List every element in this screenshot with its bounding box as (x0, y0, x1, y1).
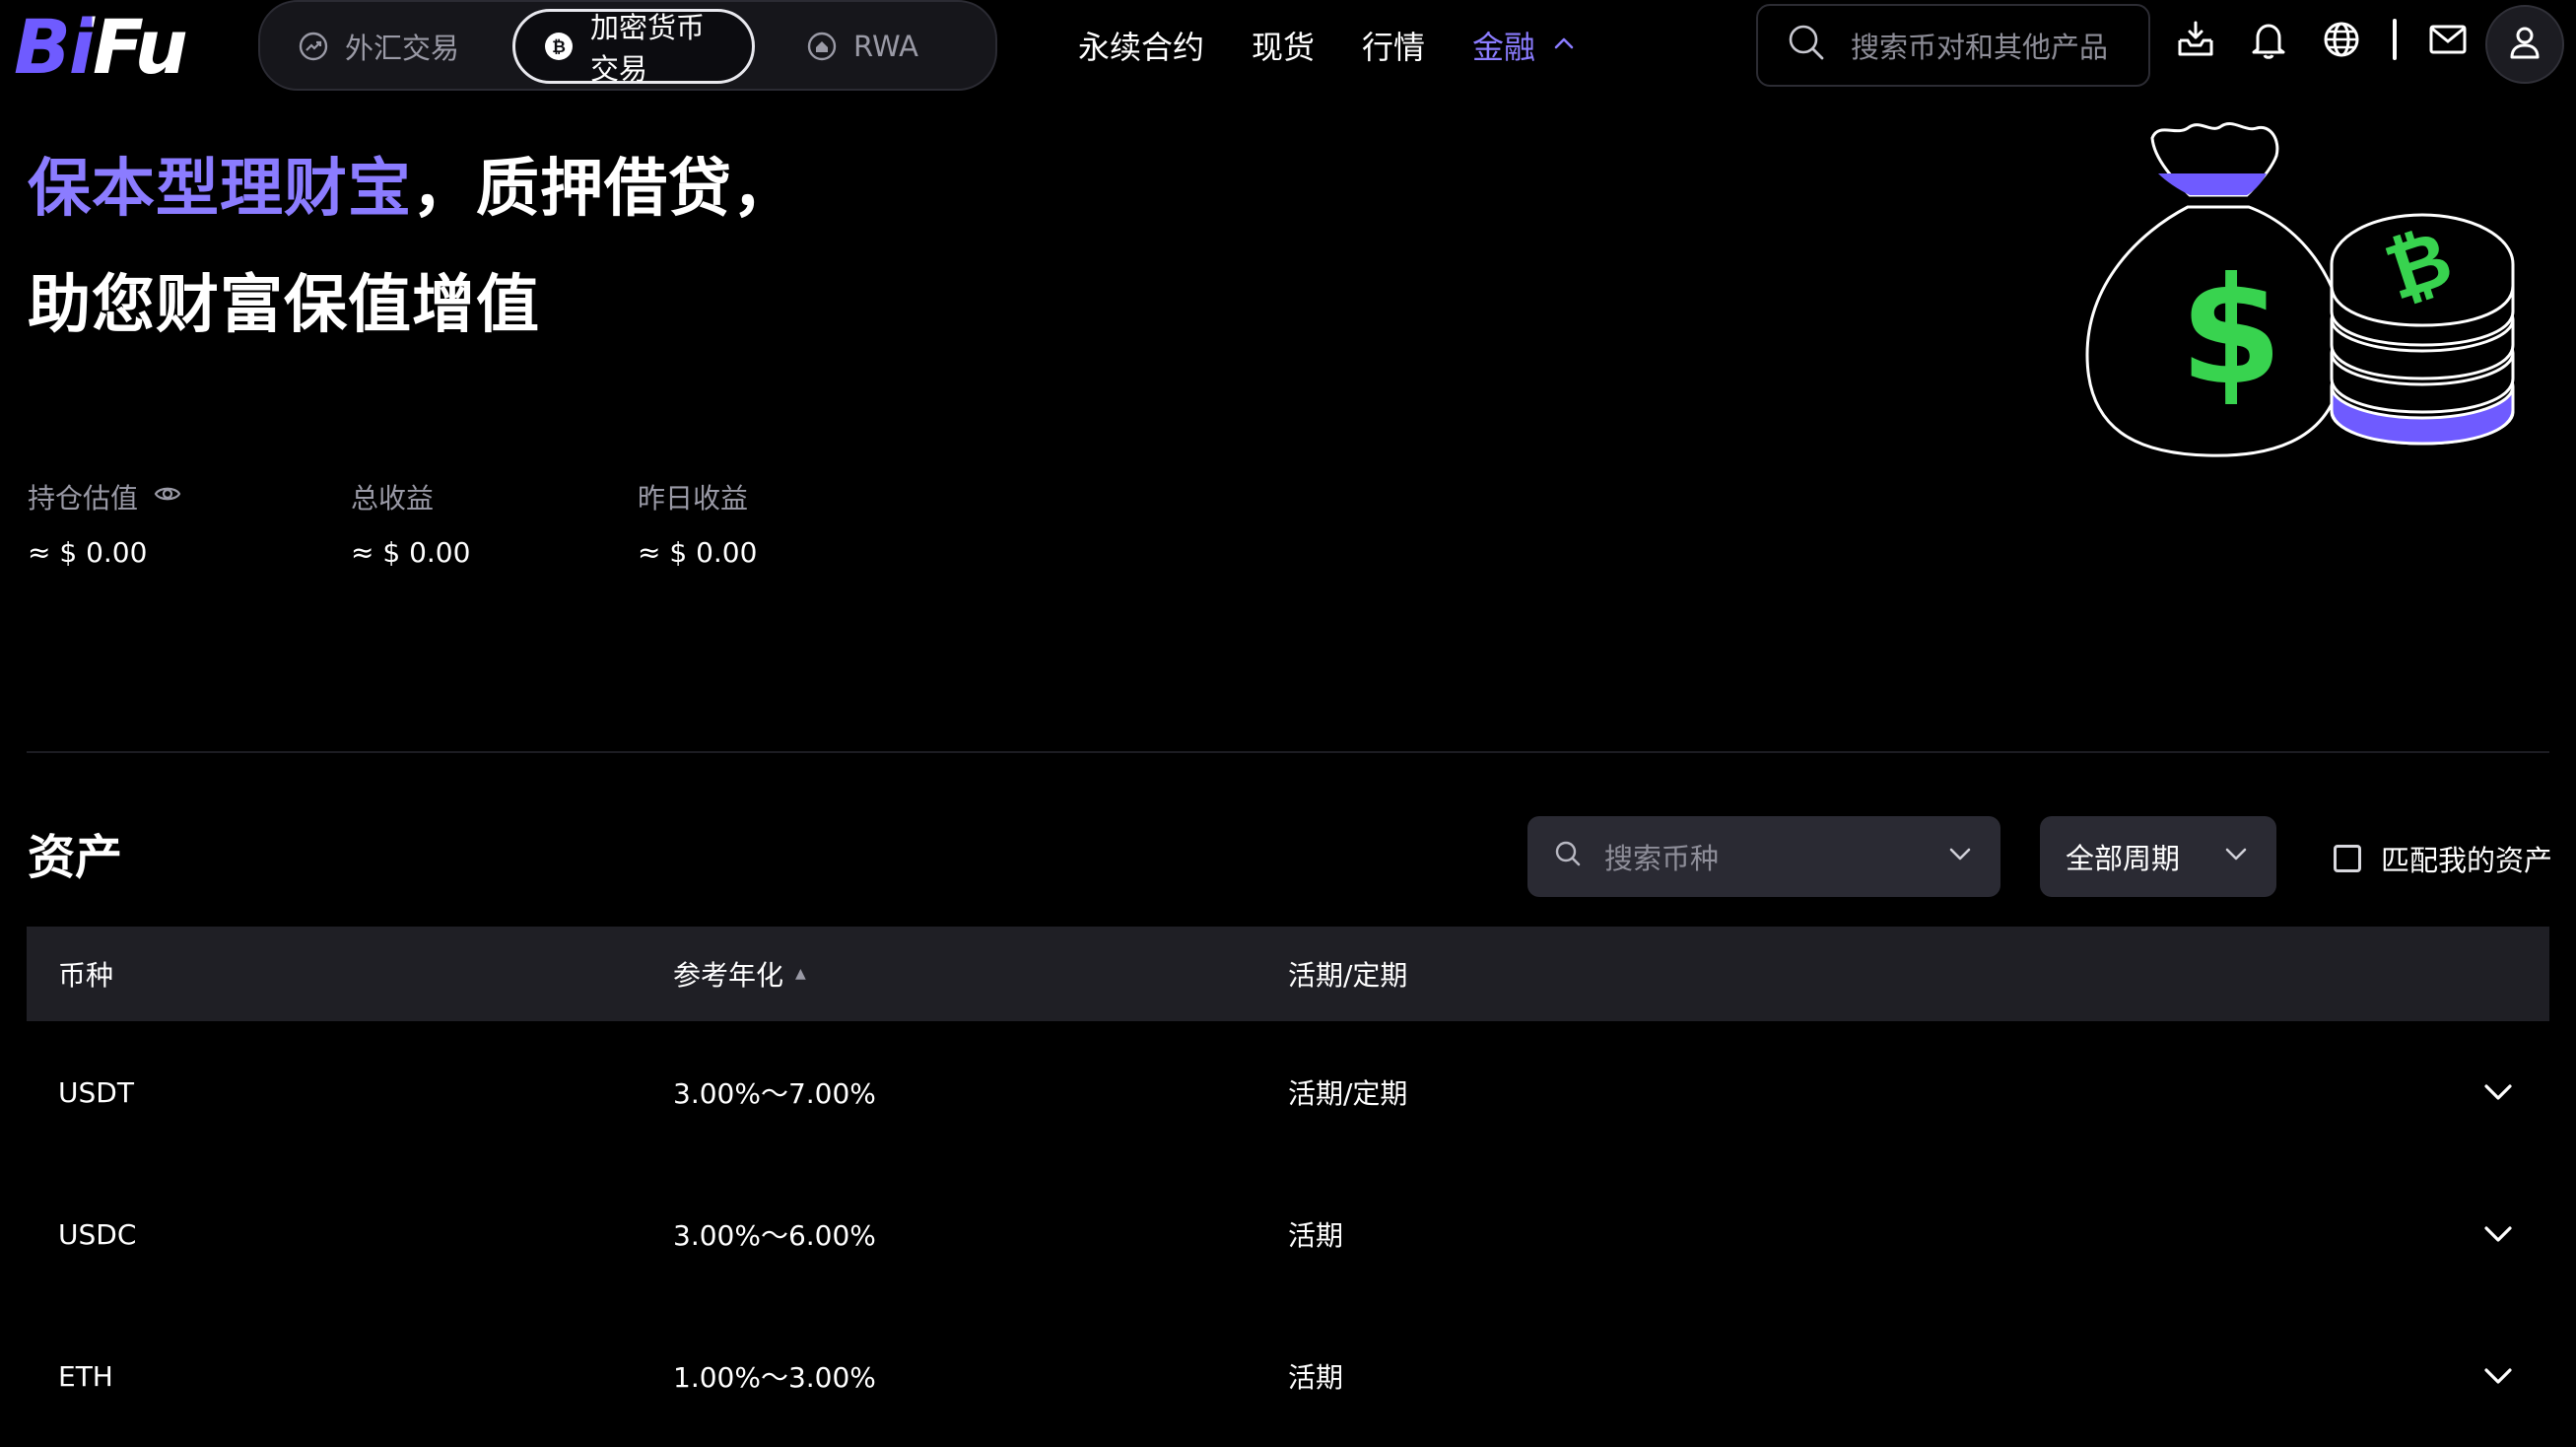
chevron-down-icon[interactable] (2476, 1212, 2520, 1256)
globe-icon[interactable] (2320, 18, 2363, 61)
header-divider (2393, 19, 2397, 60)
row-apr: 3.00%～7.00% (673, 1077, 876, 1110)
bitcoin-icon: ₿ (543, 31, 575, 62)
house-icon (806, 31, 838, 62)
chevron-down-icon (2221, 839, 2251, 875)
row-apr: 1.00%～3.00% (673, 1361, 876, 1394)
bifu-logo[interactable]: BiFu (12, 6, 225, 87)
stat-yesterday-label: 昨日收益 (638, 482, 749, 515)
stat-total-earnings: 总收益 ≈ $ 0.00 (351, 477, 470, 569)
assets-title: 资产 (28, 830, 123, 885)
stat-yesterday-earnings: 昨日收益 ≈ $ 0.00 (638, 477, 757, 569)
header-actions (2174, 18, 2470, 61)
row-coin: ETH (58, 1359, 113, 1393)
segment-rwa-label: RWA (853, 30, 918, 63)
period-select[interactable]: 全部周期 (2040, 816, 2276, 897)
chevron-down-icon[interactable] (2476, 1354, 2520, 1398)
hero-title-rest: ，质押借贷， (412, 153, 796, 226)
download-icon[interactable] (2174, 18, 2217, 61)
row-term: 活期 (1288, 1219, 1344, 1252)
segment-rwa[interactable]: RWA (779, 9, 976, 84)
hero-subtitle: 助您财富保值增值 (28, 269, 540, 342)
nav-markets[interactable]: 行情 (1362, 23, 1425, 68)
nav-spot[interactable]: 现货 (1252, 23, 1315, 68)
money-bag-illustration: $ ₿ (2073, 116, 2531, 471)
nav-finance[interactable]: 金融 (1472, 23, 1577, 68)
table-row[interactable]: USDT 3.00%～7.00% 活期/定期 (27, 1021, 2549, 1163)
period-selected: 全部周期 (2066, 842, 2181, 875)
section-divider (27, 751, 2549, 753)
coin-search-placeholder: 搜索币种 (1604, 842, 1720, 875)
col-apr[interactable]: 参考年化 ▲ (673, 927, 806, 1021)
search-icon (1786, 22, 1827, 70)
match-my-assets-label: 匹配我的资产 (2381, 844, 2553, 877)
row-coin: USDT (58, 1075, 134, 1109)
segment-forex[interactable]: 外汇交易 (270, 9, 489, 84)
nav-perpetual[interactable]: 永续合约 (1078, 23, 1204, 68)
user-avatar-button[interactable] (2485, 5, 2564, 84)
stat-holding-amount: ≈ $ 0.00 (28, 536, 148, 569)
coin-search-select[interactable]: 搜索币种 (1527, 816, 2000, 897)
chevron-down-icon[interactable] (2476, 1070, 2520, 1114)
market-type-switcher: 外汇交易 ₿ 加密货币交易 RWA (258, 0, 997, 91)
segment-crypto-label: 加密货币交易 (590, 11, 706, 86)
checkbox-box[interactable] (2334, 845, 2361, 872)
trend-icon (298, 31, 329, 62)
assets-table-header: 币种 参考年化 ▲ 活期/定期 (27, 927, 2549, 1021)
bell-icon[interactable] (2247, 18, 2290, 61)
hero-title-highlight: 保本型理财宝 (28, 153, 412, 226)
svg-text:$: $ (2180, 246, 2282, 418)
chevron-down-icon (1945, 839, 1975, 875)
stat-holding-value: 持仓估值 ≈ $ 0.00 (28, 477, 181, 569)
hero-title: 保本型理财宝，质押借贷， (28, 138, 796, 229)
col-term: 活期/定期 (1288, 959, 1408, 992)
row-term: 活期/定期 (1288, 1077, 1408, 1110)
mail-icon[interactable] (2426, 18, 2470, 61)
stat-yesterday-amount: ≈ $ 0.00 (638, 536, 758, 569)
stat-total-amount: ≈ $ 0.00 (351, 536, 471, 569)
col-apr-label: 参考年化 (673, 959, 784, 992)
table-row[interactable]: ETH 1.00%～3.00% 活期 (27, 1305, 2549, 1447)
segment-crypto[interactable]: ₿ 加密货币交易 (512, 9, 755, 86)
main-nav: 永续合约 现货 行情 金融 (1078, 22, 1577, 69)
bifu-logo-mark: BiFu (14, 6, 188, 87)
row-apr: 3.00%～6.00% (673, 1219, 876, 1252)
table-row[interactable]: USDC 3.00%～6.00% 活期 (27, 1163, 2549, 1305)
global-search-placeholder: 搜索币对和其他产品 (1851, 31, 2109, 64)
svg-text:₿: ₿ (552, 37, 566, 57)
row-coin: USDC (58, 1217, 137, 1251)
col-coin: 币种 (58, 959, 114, 992)
global-search-input[interactable]: 搜索币对和其他产品 (1756, 4, 2150, 87)
search-icon (1553, 839, 1583, 875)
chevron-up-icon (1551, 27, 1577, 64)
row-term: 活期 (1288, 1361, 1344, 1394)
user-icon (2505, 23, 2544, 66)
sort-asc-icon: ▲ (795, 966, 806, 982)
stat-holding-label: 持仓估值 (28, 482, 139, 515)
svg-text:BiFu: BiFu (14, 6, 186, 87)
match-my-assets-checkbox[interactable]: 匹配我的资产 (2334, 838, 2552, 879)
stat-total-label: 总收益 (351, 482, 435, 515)
nav-finance-label: 金融 (1472, 29, 1536, 66)
eye-icon[interactable] (154, 480, 181, 515)
segment-forex-label: 外汇交易 (345, 32, 460, 65)
